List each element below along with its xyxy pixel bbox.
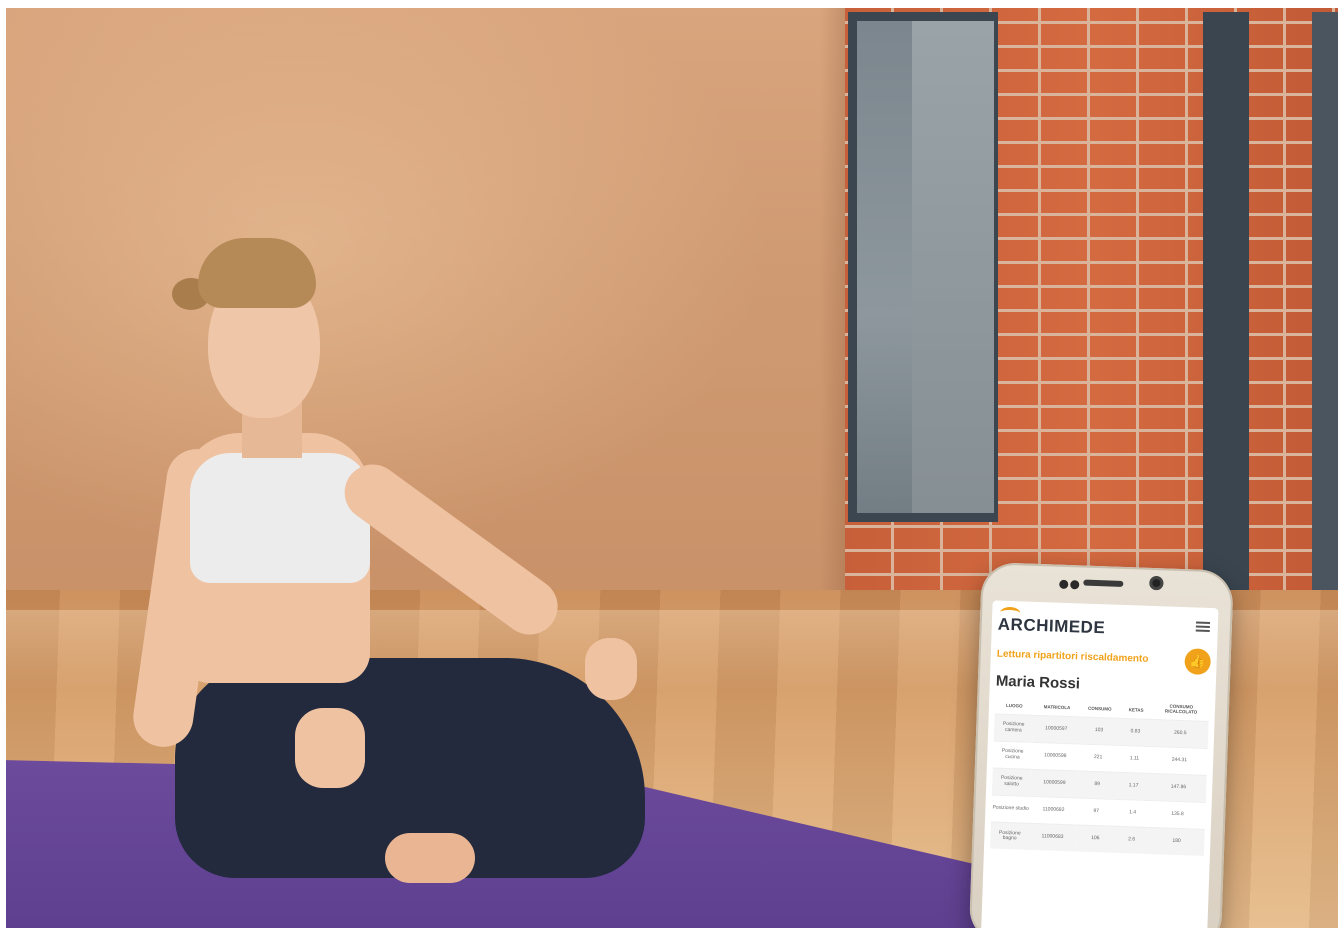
phone-screen: ARCHIMEDE Lettura ripartitori riscaldame… [980, 600, 1219, 928]
window-pane [912, 21, 994, 513]
cell-k: 2.6 [1114, 826, 1150, 855]
cell-k: 1.11 [1116, 745, 1153, 774]
cell-luogo: Posizione studio [990, 794, 1031, 824]
cell-matricola: 11000682 [1029, 796, 1078, 825]
hamburger-menu-icon[interactable] [1195, 621, 1211, 632]
cell-k: 1.17 [1115, 772, 1152, 801]
column-header-consumo: Consumo [1087, 705, 1112, 712]
cell-luogo: Posizione cucina [992, 740, 1033, 770]
section-title: Lettura ripartitori riscaldamento [996, 648, 1149, 665]
cell-consumo: 221 [1078, 743, 1118, 773]
thumbs-up-button[interactable]: 👍 [1184, 648, 1212, 676]
woman-hair [198, 238, 316, 308]
earpiece-speaker [1083, 579, 1124, 587]
front-camera-icon [1149, 575, 1164, 591]
column-header-consumo-ricalcolato: Consumo ricalcolato [1164, 703, 1198, 715]
woman-meditating [129, 238, 660, 898]
column-header-k: Ketas [1128, 707, 1144, 713]
cell-ricalcolato: 180 [1148, 827, 1205, 857]
archimede-logo[interactable]: ARCHIMEDE [998, 606, 1106, 637]
cell-consumo: 89 [1077, 770, 1117, 800]
woman-sports-top [190, 453, 370, 583]
window-edge [1312, 12, 1338, 592]
sensor-dots [1059, 576, 1083, 590]
cell-consumo: 103 [1079, 716, 1119, 746]
cell-luogo: Posizione salotto [991, 767, 1032, 797]
cell-matricola: 10000599 [1030, 769, 1079, 798]
cell-ricalcolato: 244.31 [1151, 746, 1208, 776]
readings-table: Luogo Matricola Consumo Ketas Consumo ri… [989, 696, 1209, 857]
cell-k: 1.4 [1114, 799, 1151, 828]
logo-text: ARCHIMEDE [997, 614, 1106, 638]
cell-matricola: 11000683 [1028, 823, 1077, 852]
cell-consumo: 106 [1075, 824, 1115, 854]
cell-luogo: Posizione camera [993, 713, 1034, 743]
cell-matricola: 10000597 [1032, 715, 1081, 744]
column-header-luogo: Luogo [1005, 702, 1023, 709]
thumbs-up-icon: 👍 [1189, 653, 1207, 669]
cell-ricalcolato: 147.86 [1150, 773, 1207, 803]
window [848, 12, 998, 522]
column-header-matricola: Matricola [1043, 704, 1071, 711]
cell-consumo: 97 [1076, 797, 1116, 827]
cell-ricalcolato: 260.5 [1152, 719, 1209, 749]
cell-luogo: Posizione bagno [989, 821, 1030, 851]
cell-k: 0.83 [1117, 718, 1153, 747]
cell-matricola: 10000598 [1031, 742, 1080, 771]
photo-border-top [0, 0, 1338, 8]
woman-right-hand [585, 638, 637, 700]
woman-left-hand [295, 708, 365, 788]
woman-foot [385, 833, 475, 883]
photo-border-left [0, 0, 6, 928]
smartphone: ARCHIMEDE Lettura ripartitori riscaldame… [968, 562, 1234, 928]
cell-ricalcolato: 135.8 [1149, 800, 1206, 830]
